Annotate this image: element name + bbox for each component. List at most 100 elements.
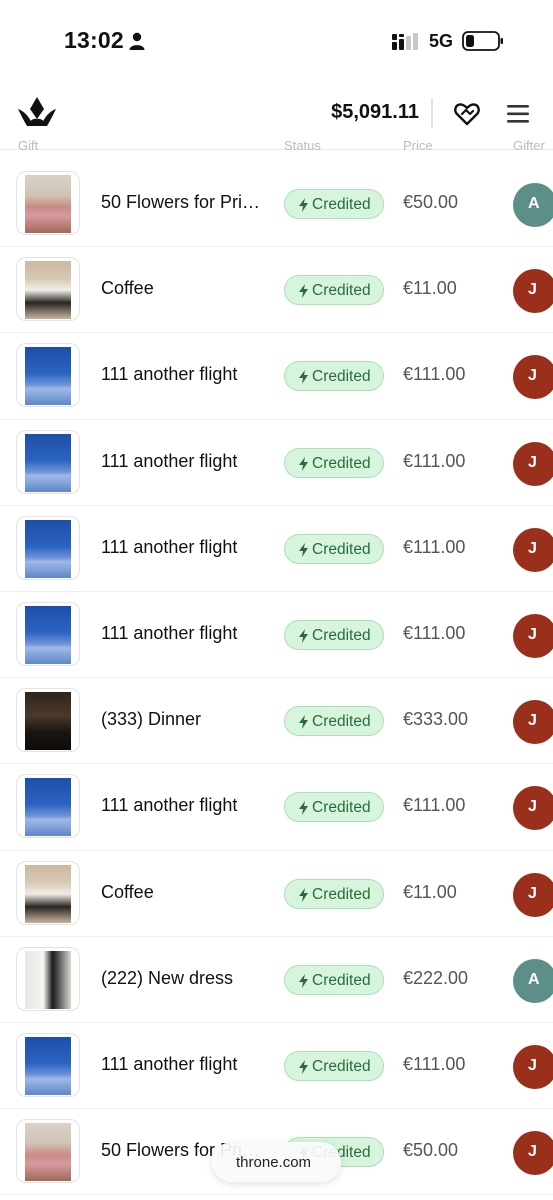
gifter-avatar[interactable]: J bbox=[513, 269, 553, 314]
gifter-avatar[interactable]: A bbox=[513, 183, 553, 227]
table-row[interactable]: 111 another flight Credited €111.00 J bbox=[0, 506, 553, 592]
bolt-icon bbox=[299, 1059, 308, 1074]
gift-thumbnail[interactable] bbox=[16, 171, 80, 235]
bolt-icon bbox=[299, 801, 308, 816]
gift-image bbox=[25, 261, 71, 320]
gift-thumbnail[interactable] bbox=[16, 343, 80, 408]
gift-image bbox=[25, 433, 71, 492]
gift-name[interactable]: 111 another flight bbox=[101, 364, 269, 385]
gift-image bbox=[25, 605, 71, 664]
column-header-gift[interactable]: Gift bbox=[18, 138, 38, 150]
network-label: 5G bbox=[429, 31, 454, 51]
header-divider bbox=[431, 98, 433, 128]
gift-thumbnail[interactable] bbox=[16, 515, 80, 580]
signal-icon bbox=[392, 33, 418, 50]
avatar-initial: J bbox=[528, 798, 537, 816]
table-row[interactable]: 111 another flight Credited €111.00 J bbox=[0, 764, 553, 851]
battery-icon bbox=[462, 31, 503, 51]
gift-thumbnail[interactable] bbox=[16, 860, 80, 925]
gift-name[interactable]: (333) Dinner bbox=[101, 709, 269, 730]
column-header-price[interactable]: Price bbox=[403, 138, 433, 150]
gift-thumbnail[interactable] bbox=[16, 774, 80, 839]
bolt-icon bbox=[299, 973, 308, 988]
gift-price: €50.00 bbox=[403, 192, 459, 212]
gifter-avatar[interactable]: J bbox=[513, 1131, 553, 1176]
status-label: Credited bbox=[312, 368, 371, 386]
gift-name[interactable]: Coffee bbox=[101, 882, 269, 903]
menu-icon[interactable] bbox=[505, 102, 531, 126]
gifter-avatar[interactable]: A bbox=[513, 958, 553, 1003]
bolt-icon bbox=[299, 542, 308, 557]
gift-name[interactable]: Coffee bbox=[101, 278, 269, 299]
status-badge: Credited bbox=[284, 1050, 384, 1081]
gift-name[interactable]: 111 another flight bbox=[101, 537, 269, 558]
gift-price: €111.00 bbox=[403, 622, 466, 643]
avatar-initial: J bbox=[528, 367, 537, 385]
gift-name[interactable]: 111 another flight bbox=[101, 451, 269, 472]
bolt-icon bbox=[299, 370, 308, 385]
gifter-avatar[interactable]: J bbox=[513, 872, 553, 917]
gifter-avatar[interactable]: J bbox=[513, 1044, 553, 1089]
gift-price: €50.00 bbox=[403, 1140, 459, 1161]
throne-logo-icon[interactable] bbox=[16, 95, 58, 129]
gift-price: €111.00 bbox=[403, 364, 466, 385]
avatar-initial: J bbox=[528, 625, 537, 643]
gifter-avatar[interactable]: J bbox=[513, 441, 553, 486]
gift-thumbnail[interactable] bbox=[16, 257, 80, 322]
table-row[interactable]: Coffee Credited €11.00 J bbox=[0, 247, 553, 334]
table-row[interactable]: 111 another flight Credited €111.00 J bbox=[0, 420, 553, 506]
gifter-avatar[interactable]: J bbox=[513, 527, 553, 572]
status-badge: Credited bbox=[284, 619, 384, 650]
gift-image bbox=[25, 864, 71, 923]
status-label: Credited bbox=[312, 454, 371, 472]
status-badge: Credited bbox=[284, 447, 384, 478]
gift-name[interactable]: 50 Flowers for Princess bbox=[101, 192, 269, 213]
gift-image bbox=[25, 692, 71, 751]
avatar-initial: A bbox=[528, 195, 540, 212]
url-toast[interactable]: throne.com bbox=[212, 1142, 341, 1182]
heart-handshake-icon[interactable] bbox=[453, 100, 481, 128]
table-row[interactable]: 111 another flight Credited €111.00 J bbox=[0, 333, 553, 420]
gift-price: €111.00 bbox=[403, 795, 466, 816]
gift-price: €222.00 bbox=[403, 967, 469, 988]
avatar-initial: J bbox=[528, 884, 537, 902]
column-header-status[interactable]: Status bbox=[284, 138, 321, 150]
gift-thumbnail[interactable] bbox=[16, 1119, 80, 1184]
gift-thumbnail[interactable] bbox=[16, 601, 80, 666]
gifter-avatar[interactable]: J bbox=[513, 786, 553, 831]
gift-thumbnail[interactable] bbox=[16, 1032, 80, 1097]
gift-image bbox=[25, 347, 71, 406]
bolt-icon bbox=[299, 284, 308, 299]
table-row[interactable]: Coffee Credited €11.00 J bbox=[0, 851, 553, 937]
gift-name[interactable]: (222) New dress bbox=[101, 968, 269, 989]
avatar-initial: J bbox=[528, 453, 537, 471]
gift-thumbnail[interactable] bbox=[16, 688, 80, 753]
gifter-avatar[interactable]: J bbox=[513, 700, 553, 745]
gift-name[interactable]: 111 another flight bbox=[101, 1054, 269, 1075]
gift-thumbnail[interactable] bbox=[16, 429, 80, 494]
gift-price: €333.00 bbox=[403, 709, 469, 730]
status-badge: Credited bbox=[284, 361, 384, 392]
table-row[interactable]: (222) New dress Credited €222.00 A bbox=[0, 937, 553, 1023]
column-header-gifter[interactable]: Gifter bbox=[513, 138, 545, 150]
gift-name[interactable]: 111 another flight bbox=[101, 623, 269, 644]
table-row[interactable]: (333) Dinner Credited €333.00 J bbox=[0, 678, 553, 765]
gifter-avatar[interactable]: J bbox=[513, 613, 553, 658]
gift-image bbox=[25, 175, 71, 233]
table-row[interactable]: 111 another flight Credited €111.00 J bbox=[0, 1023, 553, 1110]
avatar-initial: J bbox=[528, 712, 537, 730]
avatar-initial: J bbox=[528, 281, 537, 299]
gift-name[interactable]: 111 another flight bbox=[101, 795, 269, 816]
balance-amount[interactable]: $5,091.11 bbox=[331, 101, 419, 124]
status-label: Credited bbox=[312, 713, 371, 731]
gift-image bbox=[25, 519, 71, 578]
status-badge: Credited bbox=[284, 706, 384, 737]
gift-image bbox=[25, 778, 71, 837]
gift-thumbnail[interactable] bbox=[16, 946, 80, 1011]
status-label: Credited bbox=[312, 196, 371, 213]
avatar-initial: J bbox=[528, 539, 537, 557]
status-time: 13:02 bbox=[64, 27, 124, 53]
table-row[interactable]: 111 another flight Credited €111.00 J bbox=[0, 592, 553, 679]
gifter-avatar[interactable]: J bbox=[513, 355, 553, 400]
table-row[interactable]: 50 Flowers for Princess Credited €50.00 A bbox=[0, 161, 553, 248]
